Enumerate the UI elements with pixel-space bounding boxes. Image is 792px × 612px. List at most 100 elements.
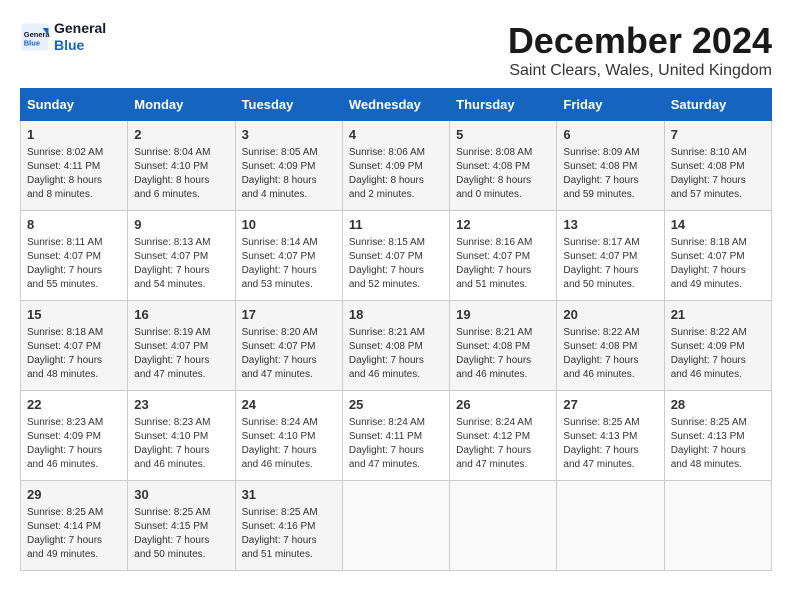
calendar-day-30: 30Sunrise: 8:25 AM Sunset: 4:15 PM Dayli… bbox=[128, 481, 235, 571]
day-number: 17 bbox=[242, 306, 336, 324]
calendar-day-19: 19 Sunrise: 8:21 AM Sunset: 4:08 PM Dayli… bbox=[450, 301, 557, 391]
calendar-week-4: 22 Sunrise: 8:23 AM Sunset: 4:09 PM Dayli… bbox=[21, 391, 772, 481]
calendar-header-sunday: Sunday bbox=[21, 89, 128, 121]
day-number: 24 bbox=[242, 396, 336, 414]
calendar-header-thursday: Thursday bbox=[450, 89, 557, 121]
day-info: Sunrise: 8:19 AM Sunset: 4:07 PM Dayligh… bbox=[134, 326, 228, 382]
calendar-day-7: 7 Sunrise: 8:10 AM Sunset: 4:08 PM Daylig… bbox=[664, 121, 771, 211]
main-title: December 2024 bbox=[508, 20, 772, 62]
day-info: Sunrise: 8:13 AM Sunset: 4:07 PM Dayligh… bbox=[134, 236, 228, 292]
calendar-day-25: 25Sunrise: 8:24 AM Sunset: 4:11 PM Dayli… bbox=[342, 391, 449, 481]
day-info: Sunrise: 8:25 AM Sunset: 4:13 PM Dayligh… bbox=[563, 416, 657, 472]
day-number: 14 bbox=[671, 216, 765, 234]
day-number: 10 bbox=[242, 216, 336, 234]
day-number: 15 bbox=[27, 306, 121, 324]
day-info: Sunrise: 8:22 AM Sunset: 4:09 PM Dayligh… bbox=[671, 326, 765, 382]
day-info: Sunrise: 8:23 AM Sunset: 4:09 PM Dayligh… bbox=[27, 416, 121, 472]
day-info: Sunrise: 8:16 AM Sunset: 4:07 PM Dayligh… bbox=[456, 236, 550, 292]
logo-text: General Blue bbox=[54, 20, 106, 54]
day-number: 11 bbox=[349, 216, 443, 234]
day-info: Sunrise: 8:25 AM Sunset: 4:16 PM Dayligh… bbox=[242, 506, 336, 562]
calendar-day-22: 22 Sunrise: 8:23 AM Sunset: 4:09 PM Dayli… bbox=[21, 391, 128, 481]
calendar-week-2: 8 Sunrise: 8:11 AM Sunset: 4:07 PM Daylig… bbox=[21, 211, 772, 301]
calendar-day-8: 8 Sunrise: 8:11 AM Sunset: 4:07 PM Daylig… bbox=[21, 211, 128, 301]
day-number: 25 bbox=[349, 396, 443, 414]
calendar-header-row: SundayMondayTuesdayWednesdayThursdayFrid… bbox=[21, 89, 772, 121]
calendar-day-9: 9 Sunrise: 8:13 AM Sunset: 4:07 PM Daylig… bbox=[128, 211, 235, 301]
empty-cell bbox=[557, 481, 664, 571]
day-number: 31 bbox=[242, 486, 336, 504]
calendar-day-15: 15 Sunrise: 8:18 AM Sunset: 4:07 PM Dayli… bbox=[21, 301, 128, 391]
calendar-header-saturday: Saturday bbox=[664, 89, 771, 121]
calendar-header-wednesday: Wednesday bbox=[342, 89, 449, 121]
calendar-day-17: 17 Sunrise: 8:20 AM Sunset: 4:07 PM Dayli… bbox=[235, 301, 342, 391]
day-number: 8 bbox=[27, 216, 121, 234]
day-info: Sunrise: 8:21 AM Sunset: 4:08 PM Dayligh… bbox=[456, 326, 550, 382]
calendar-day-28: 28 Sunrise: 8:25 AM Sunset: 4:13 PM Dayli… bbox=[664, 391, 771, 481]
calendar-day-16: 16 Sunrise: 8:19 AM Sunset: 4:07 PM Dayli… bbox=[128, 301, 235, 391]
day-number: 2 bbox=[134, 126, 228, 144]
logo-icon: General Blue bbox=[20, 22, 50, 52]
svg-text:Blue: Blue bbox=[24, 38, 40, 47]
day-number: 21 bbox=[671, 306, 765, 324]
calendar-day-11: 11 Sunrise: 8:15 AM Sunset: 4:07 PM Dayli… bbox=[342, 211, 449, 301]
calendar-day-29: 29Sunrise: 8:25 AM Sunset: 4:14 PM Dayli… bbox=[21, 481, 128, 571]
day-number: 7 bbox=[671, 126, 765, 144]
day-info: Sunrise: 8:25 AM Sunset: 4:13 PM Dayligh… bbox=[671, 416, 765, 472]
calendar-week-5: 29Sunrise: 8:25 AM Sunset: 4:14 PM Dayli… bbox=[21, 481, 772, 571]
day-number: 22 bbox=[27, 396, 121, 414]
day-number: 26 bbox=[456, 396, 550, 414]
calendar-day-1: 1Sunrise: 8:02 AM Sunset: 4:11 PM Daylig… bbox=[21, 121, 128, 211]
calendar-day-5: 5Sunrise: 8:08 AM Sunset: 4:08 PM Daylig… bbox=[450, 121, 557, 211]
calendar-day-18: 18 Sunrise: 8:21 AM Sunset: 4:08 PM Dayli… bbox=[342, 301, 449, 391]
day-number: 23 bbox=[134, 396, 228, 414]
day-number: 6 bbox=[563, 126, 657, 144]
day-number: 12 bbox=[456, 216, 550, 234]
day-info: Sunrise: 8:17 AM Sunset: 4:07 PM Dayligh… bbox=[563, 236, 657, 292]
day-info: Sunrise: 8:06 AM Sunset: 4:09 PM Dayligh… bbox=[349, 146, 443, 202]
day-info: Sunrise: 8:23 AM Sunset: 4:10 PM Dayligh… bbox=[134, 416, 228, 472]
calendar-header-monday: Monday bbox=[128, 89, 235, 121]
calendar-day-21: 21 Sunrise: 8:22 AM Sunset: 4:09 PM Dayli… bbox=[664, 301, 771, 391]
day-info: Sunrise: 8:11 AM Sunset: 4:07 PM Dayligh… bbox=[27, 236, 121, 292]
day-info: Sunrise: 8:04 AM Sunset: 4:10 PM Dayligh… bbox=[134, 146, 228, 202]
day-info: Sunrise: 8:10 AM Sunset: 4:08 PM Dayligh… bbox=[671, 146, 765, 202]
day-info: Sunrise: 8:21 AM Sunset: 4:08 PM Dayligh… bbox=[349, 326, 443, 382]
subtitle: Saint Clears, Wales, United Kingdom bbox=[508, 62, 772, 80]
day-info: Sunrise: 8:25 AM Sunset: 4:14 PM Dayligh… bbox=[27, 506, 121, 562]
calendar-week-1: 1Sunrise: 8:02 AM Sunset: 4:11 PM Daylig… bbox=[21, 121, 772, 211]
day-info: Sunrise: 8:24 AM Sunset: 4:12 PM Dayligh… bbox=[456, 416, 550, 472]
day-number: 9 bbox=[134, 216, 228, 234]
calendar-day-2: 2 Sunrise: 8:04 AM Sunset: 4:10 PM Daylig… bbox=[128, 121, 235, 211]
day-info: Sunrise: 8:18 AM Sunset: 4:07 PM Dayligh… bbox=[27, 326, 121, 382]
day-number: 27 bbox=[563, 396, 657, 414]
day-number: 3 bbox=[242, 126, 336, 144]
day-number: 1 bbox=[27, 126, 121, 144]
calendar-day-24: 24 Sunrise: 8:24 AM Sunset: 4:10 PM Dayli… bbox=[235, 391, 342, 481]
calendar-day-31: 31 Sunrise: 8:25 AM Sunset: 4:16 PM Dayli… bbox=[235, 481, 342, 571]
day-info: Sunrise: 8:22 AM Sunset: 4:08 PM Dayligh… bbox=[563, 326, 657, 382]
page-header: General Blue General Blue December 2024 … bbox=[20, 20, 772, 80]
calendar-day-3: 3 Sunrise: 8:05 AM Sunset: 4:09 PM Daylig… bbox=[235, 121, 342, 211]
empty-cell bbox=[664, 481, 771, 571]
day-number: 28 bbox=[671, 396, 765, 414]
calendar: SundayMondayTuesdayWednesdayThursdayFrid… bbox=[20, 88, 772, 571]
day-number: 18 bbox=[349, 306, 443, 324]
calendar-day-26: 26 Sunrise: 8:24 AM Sunset: 4:12 PM Dayli… bbox=[450, 391, 557, 481]
empty-cell bbox=[450, 481, 557, 571]
calendar-day-14: 14 Sunrise: 8:18 AM Sunset: 4:07 PM Dayli… bbox=[664, 211, 771, 301]
day-info: Sunrise: 8:14 AM Sunset: 4:07 PM Dayligh… bbox=[242, 236, 336, 292]
day-info: Sunrise: 8:25 AM Sunset: 4:15 PM Dayligh… bbox=[134, 506, 228, 562]
day-info: Sunrise: 8:05 AM Sunset: 4:09 PM Dayligh… bbox=[242, 146, 336, 202]
day-info: Sunrise: 8:24 AM Sunset: 4:10 PM Dayligh… bbox=[242, 416, 336, 472]
day-number: 16 bbox=[134, 306, 228, 324]
day-info: Sunrise: 8:18 AM Sunset: 4:07 PM Dayligh… bbox=[671, 236, 765, 292]
calendar-week-3: 15 Sunrise: 8:18 AM Sunset: 4:07 PM Dayli… bbox=[21, 301, 772, 391]
calendar-day-13: 13 Sunrise: 8:17 AM Sunset: 4:07 PM Dayli… bbox=[557, 211, 664, 301]
calendar-day-20: 20Sunrise: 8:22 AM Sunset: 4:08 PM Dayli… bbox=[557, 301, 664, 391]
logo: General Blue General Blue bbox=[20, 20, 106, 54]
day-number: 13 bbox=[563, 216, 657, 234]
day-number: 19 bbox=[456, 306, 550, 324]
day-info: Sunrise: 8:15 AM Sunset: 4:07 PM Dayligh… bbox=[349, 236, 443, 292]
day-info: Sunrise: 8:20 AM Sunset: 4:07 PM Dayligh… bbox=[242, 326, 336, 382]
